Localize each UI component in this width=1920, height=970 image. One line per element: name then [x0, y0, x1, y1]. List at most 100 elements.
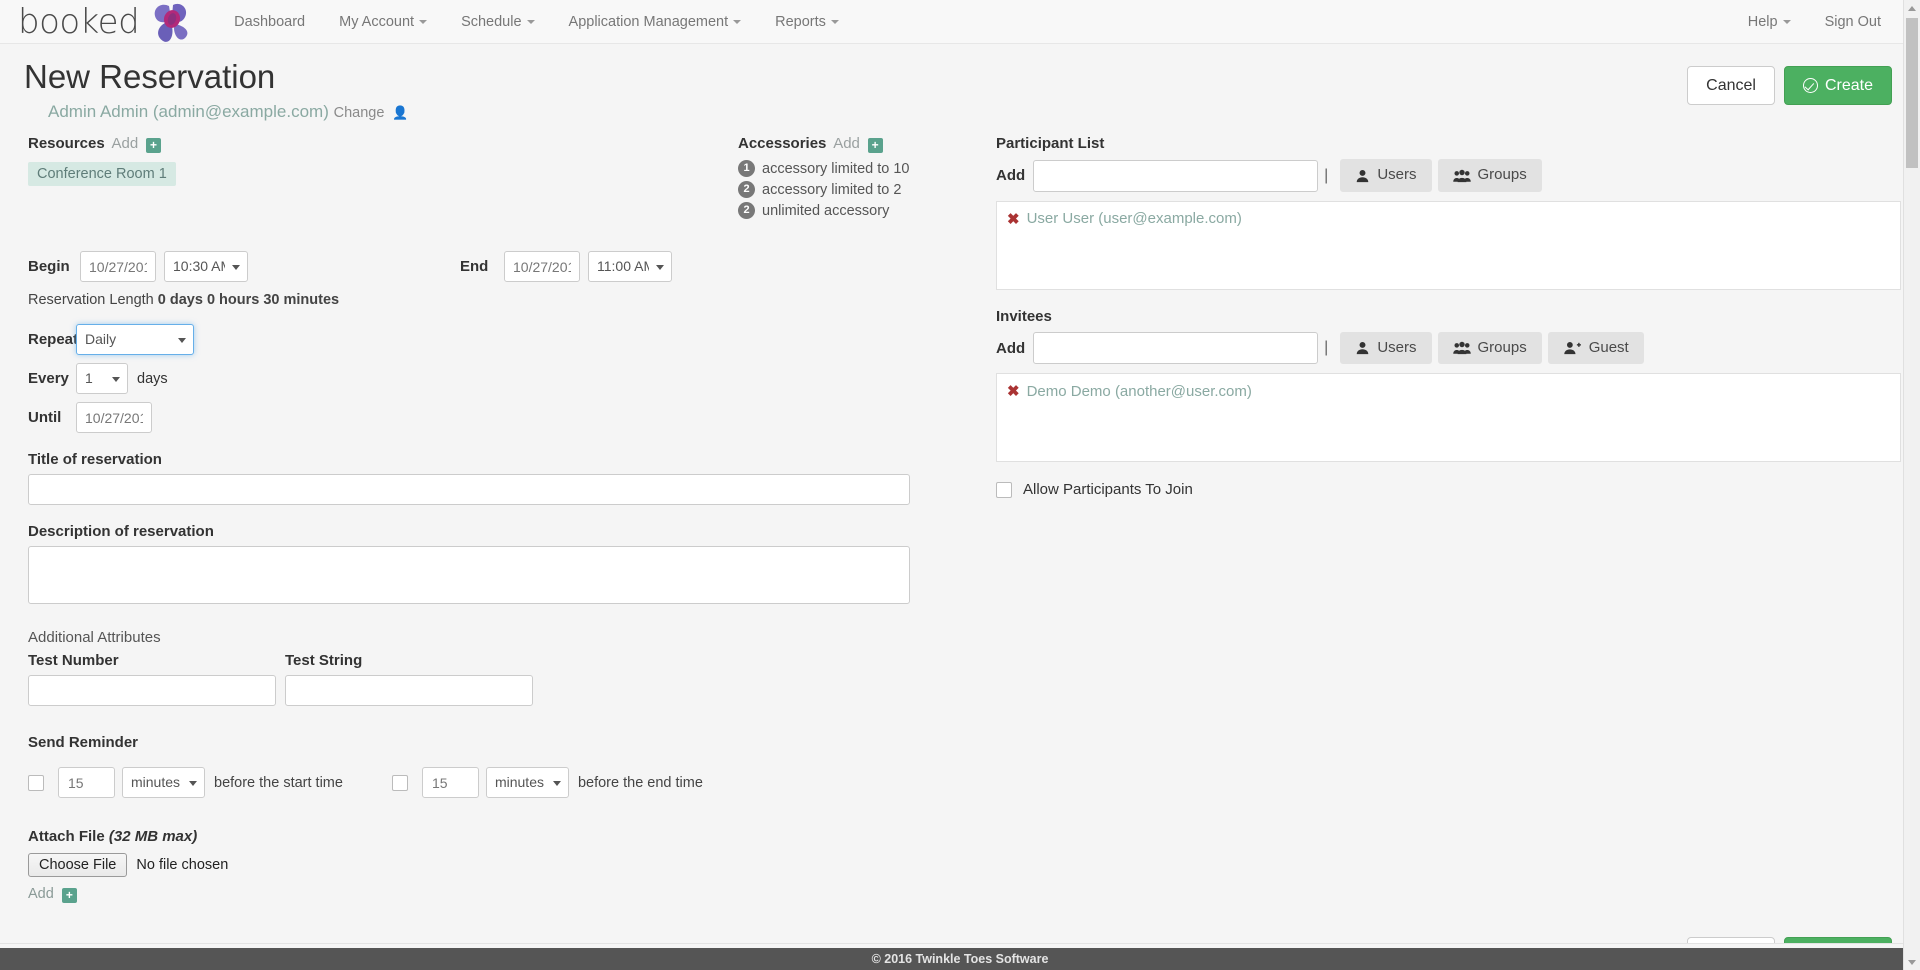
page-scrollbar[interactable]: [1903, 0, 1920, 970]
attribute-field-test-number: Test Number: [28, 652, 276, 706]
reservation-owner: Admin Admin (admin@example.com) Change 👤: [48, 102, 408, 122]
invitee-groups-button[interactable]: Groups: [1438, 332, 1542, 365]
reservation-length: Reservation Length 0 days 0 hours 30 min…: [28, 292, 978, 308]
nav-sign-out-label: Sign Out: [1825, 14, 1881, 30]
invitee-add-label: Add: [996, 340, 1025, 357]
chevron-down-icon: [1783, 20, 1791, 24]
end-date-input[interactable]: [504, 251, 580, 282]
repeat-every-select[interactable]: 1: [76, 363, 128, 394]
resources-add-link[interactable]: Add: [112, 135, 139, 152]
invitee-groups-label: Groups: [1478, 340, 1527, 357]
plus-square-icon[interactable]: +: [868, 138, 883, 153]
participant-add-label: Add: [996, 167, 1025, 184]
reminder-start-amount-input[interactable]: [58, 767, 115, 798]
nav-application-management[interactable]: Application Management: [552, 0, 759, 44]
reservation-title-input[interactable]: [28, 474, 910, 505]
nav-dashboard-label: Dashboard: [234, 14, 305, 30]
allow-participants-join-checkbox[interactable]: [996, 482, 1012, 498]
x-icon[interactable]: ✖: [1007, 210, 1020, 228]
attach-file-label: Attach File: [28, 828, 105, 845]
attach-add-row[interactable]: Add +: [28, 886, 978, 903]
attribute-input-test-number[interactable]: [28, 675, 276, 706]
reservation-description-textarea[interactable]: [28, 546, 910, 604]
page-footer: © 2016 Twinkle Toes Software: [0, 948, 1920, 970]
cancel-button-top[interactable]: Cancel: [1687, 66, 1775, 105]
every-select-wrap: 1: [76, 363, 128, 394]
until-label: Until: [28, 409, 76, 426]
reminder-end-checkbox[interactable]: [392, 775, 408, 791]
attach-file-title: Attach File (32 MB max): [28, 828, 978, 845]
participant-list-title: Participant List: [996, 135, 1901, 152]
create-button-top[interactable]: Create: [1784, 66, 1892, 105]
separator-pipe: |: [1324, 167, 1328, 185]
end-time-select[interactable]: 11:00 AM: [588, 251, 672, 282]
scrollbar-thumb[interactable]: [1906, 18, 1918, 168]
nav-reports[interactable]: Reports: [758, 0, 856, 44]
check-circle-icon: [1803, 78, 1818, 93]
attach-add-link[interactable]: Add: [28, 886, 54, 902]
nav-schedule[interactable]: Schedule: [444, 0, 551, 44]
participant-add-row: Add | Users: [996, 159, 1901, 192]
accessories-section: Accessories Add + 1 accessory limited to…: [738, 135, 978, 223]
change-owner-link[interactable]: Change: [334, 105, 385, 121]
additional-attributes-row: Test Number Test String: [28, 652, 978, 706]
participant-users-button[interactable]: Users: [1340, 159, 1431, 192]
users-group-icon: [1453, 169, 1471, 183]
x-icon[interactable]: ✖: [1007, 382, 1020, 400]
repeat-until-date-input[interactable]: [76, 402, 152, 433]
repeat-until-row: Until: [28, 402, 978, 433]
end-time-select-wrap: 11:00 AM: [588, 251, 672, 282]
every-unit-label: days: [137, 371, 168, 387]
right-column: Participant List Add | Users: [978, 135, 1901, 903]
reservation-length-prefix: Reservation Length: [28, 292, 158, 308]
accessories-header: Accessories Add +: [738, 135, 978, 153]
invitee-add-row: Add | Users: [996, 332, 1901, 365]
brand-logo[interactable]: booked: [8, 0, 199, 44]
end-label: End: [460, 258, 504, 275]
choose-file-button[interactable]: Choose File: [28, 853, 127, 877]
nav-dashboard[interactable]: Dashboard: [217, 0, 322, 44]
create-button-top-label: Create: [1825, 76, 1873, 95]
reminder-end-unit-wrap: minutes: [486, 767, 569, 798]
title-field-label: Title of reservation: [28, 451, 978, 468]
participant-add-input[interactable]: [1033, 160, 1318, 192]
chevron-down-icon: [831, 20, 839, 24]
reminder-start-checkbox[interactable]: [28, 775, 44, 791]
nav-application-management-label: Application Management: [569, 14, 729, 30]
nav-my-account[interactable]: My Account: [322, 0, 444, 44]
scroll-up-arrow-icon[interactable]: [1904, 0, 1920, 16]
nav-reports-label: Reports: [775, 14, 826, 30]
chevron-down-icon: [527, 20, 535, 24]
resources-list: Conference Room 1: [28, 153, 738, 186]
users-group-icon: [1453, 341, 1471, 355]
nav-help-label: Help: [1748, 14, 1778, 30]
reminder-end-amount-input[interactable]: [422, 767, 479, 798]
resources-title: Resources: [28, 135, 105, 152]
chevron-down-icon: [733, 20, 741, 24]
reminder-start-unit-select[interactable]: minutes: [122, 767, 205, 798]
participant-groups-button[interactable]: Groups: [1438, 159, 1542, 192]
invitee-add-input[interactable]: [1033, 332, 1318, 364]
nav-sign-out[interactable]: Sign Out: [1808, 0, 1898, 44]
repeat-select[interactable]: Daily: [76, 324, 194, 355]
page-header: New Reservation Admin Admin (admin@examp…: [22, 44, 1898, 122]
attribute-input-test-string[interactable]: [285, 675, 533, 706]
header-actions: Cancel Create: [1687, 59, 1892, 105]
begin-date-input[interactable]: [80, 251, 156, 282]
resource-tag[interactable]: Conference Room 1: [28, 162, 176, 186]
begin-label: Begin: [28, 258, 80, 275]
nav-help[interactable]: Help: [1731, 0, 1808, 44]
left-column: Resources Add + Conference Room 1 Access…: [22, 135, 978, 903]
begin-time-select[interactable]: 10:30 AM: [164, 251, 248, 282]
scroll-down-arrow-icon[interactable]: [1904, 954, 1920, 970]
plus-square-icon[interactable]: +: [62, 888, 77, 903]
resources-header: Resources Add +: [28, 135, 738, 153]
reminder-end-unit-select[interactable]: minutes: [486, 767, 569, 798]
invitee-users-button[interactable]: Users: [1340, 332, 1431, 365]
participant-users-label: Users: [1377, 167, 1416, 184]
repeat-label: Repeat: [28, 331, 76, 348]
plus-square-icon[interactable]: +: [146, 138, 161, 153]
accessories-add-link[interactable]: Add: [833, 135, 860, 152]
accessory-item: 1 accessory limited to 10: [738, 160, 978, 177]
invitee-guest-button[interactable]: Guest: [1548, 332, 1644, 365]
